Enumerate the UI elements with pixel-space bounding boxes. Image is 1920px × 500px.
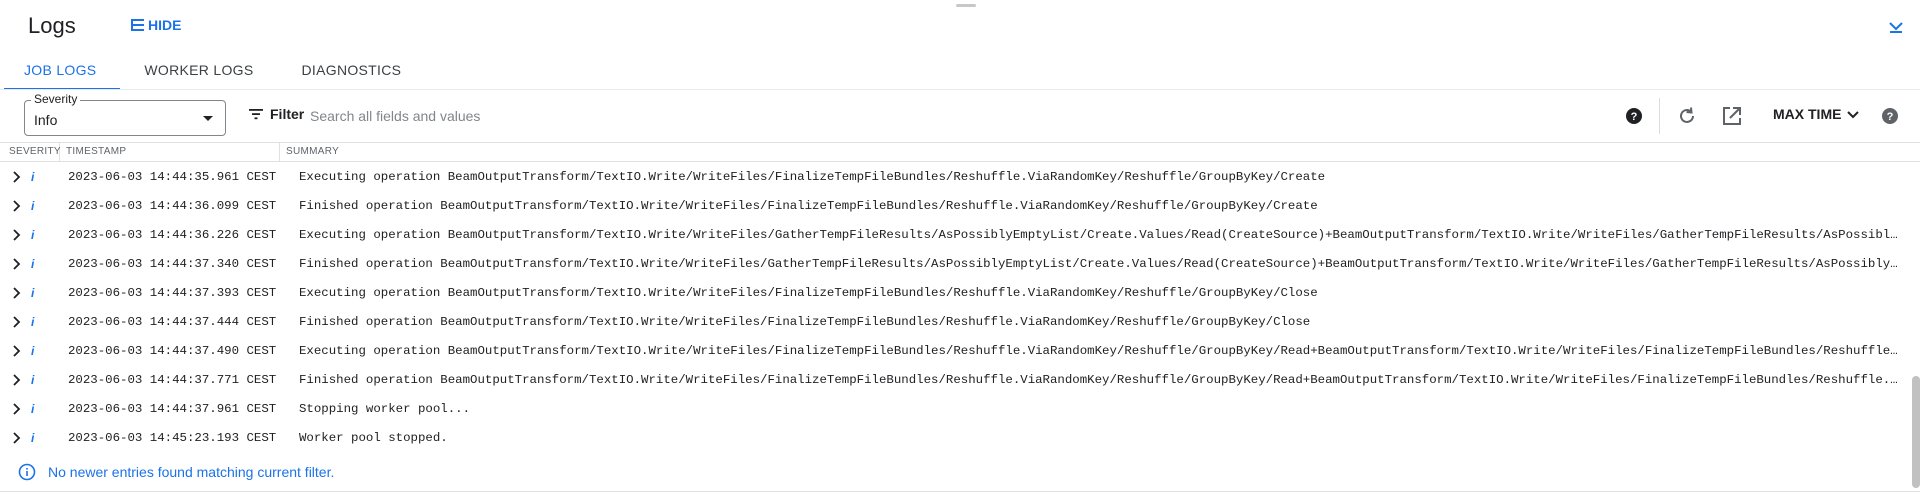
severity-value: Info xyxy=(34,112,58,128)
tabs-divider xyxy=(0,89,1920,90)
table-row[interactable]: i 2023-06-03 14:44:37.490 CEST Executing o… xyxy=(0,336,1920,365)
log-timestamp: 2023-06-03 14:44:37.771 CEST xyxy=(68,372,277,387)
severity-info-icon: i xyxy=(31,314,35,329)
panel-bottom-border xyxy=(0,491,1920,492)
table-row[interactable]: i 2023-06-03 14:44:37.961 CEST Stopping wo… xyxy=(0,394,1920,423)
no-newer-entries-note: No newer entries found matching current … xyxy=(18,463,334,481)
log-timestamp: 2023-06-03 14:44:37.444 CEST xyxy=(68,314,277,329)
severity-info-icon: i xyxy=(31,169,35,184)
log-summary: Executing operation BeamOutputTransform/… xyxy=(299,285,1318,300)
expand-row-icon[interactable] xyxy=(9,315,27,329)
log-summary: Finished operation BeamOutputTransform/T… xyxy=(299,256,1899,271)
dropdown-caret-icon xyxy=(203,116,213,121)
expand-row-icon[interactable] xyxy=(9,431,27,445)
severity-label: Severity xyxy=(31,92,81,106)
severity-info-icon: i xyxy=(31,256,35,271)
log-summary: Finished operation BeamOutputTransform/T… xyxy=(299,372,1899,387)
log-summary: Finished operation BeamOutputTransform/T… xyxy=(299,314,1311,329)
column-header-severity[interactable]: SEVERITY xyxy=(0,143,61,162)
max-time-label: MAX TIME xyxy=(1773,106,1842,122)
table-header: SEVERITY TIMESTAMP SUMMARY xyxy=(0,142,1920,162)
expand-row-icon[interactable] xyxy=(9,344,27,358)
refresh-icon xyxy=(1680,107,1694,123)
tab-diagnostics[interactable]: DIAGNOSTICS xyxy=(278,52,426,90)
refresh-button[interactable] xyxy=(1675,104,1699,128)
log-summary: Executing operation BeamOutputTransform/… xyxy=(299,227,1899,242)
open-in-new-icon xyxy=(1723,107,1741,125)
max-time-dropdown[interactable]: MAX TIME xyxy=(1773,106,1861,122)
logs-header: Logs HIDE xyxy=(0,0,1920,52)
severity-info-icon: i xyxy=(31,343,35,358)
svg-text:?: ? xyxy=(1887,111,1894,123)
search-input[interactable] xyxy=(310,104,1010,128)
expand-row-icon[interactable] xyxy=(9,228,27,242)
table-row[interactable]: i 2023-06-03 14:44:35.961 CEST Executing o… xyxy=(0,162,1920,191)
table-row[interactable]: i 2023-06-03 14:44:37.771 CEST Finished op… xyxy=(0,365,1920,394)
collapse-panel-icon[interactable] xyxy=(1886,16,1906,36)
help-button[interactable]: ? xyxy=(1622,104,1646,128)
severity-info-icon: i xyxy=(31,198,35,213)
log-timestamp: 2023-06-03 14:44:37.490 CEST xyxy=(68,343,277,358)
severity-info-icon: i xyxy=(31,285,35,300)
log-table: SEVERITY TIMESTAMP SUMMARY i 2023-06-03 1… xyxy=(0,142,1920,452)
no-newer-entries-text: No newer entries found matching current … xyxy=(48,464,335,480)
page-title: Logs xyxy=(28,13,76,38)
table-row[interactable]: i 2023-06-03 14:44:37.444 CEST Finished op… xyxy=(0,307,1920,336)
table-row[interactable]: i 2023-06-03 14:44:37.340 CEST Finished op… xyxy=(0,249,1920,278)
severity-info-icon: i xyxy=(31,227,35,242)
filter-label: Filter xyxy=(270,106,305,122)
log-timestamp: 2023-06-03 14:44:36.099 CEST xyxy=(68,198,277,213)
expand-row-icon[interactable] xyxy=(9,373,27,387)
expand-row-icon[interactable] xyxy=(9,257,27,271)
table-row[interactable]: i 2023-06-03 14:44:36.099 CEST Finished op… xyxy=(0,191,1920,220)
log-rows: i 2023-06-03 14:44:35.961 CEST Executing o… xyxy=(0,162,1920,452)
toolbar-divider xyxy=(1659,98,1660,134)
log-summary: Worker pool stopped. xyxy=(299,430,448,445)
log-timestamp: 2023-06-03 14:44:37.393 CEST xyxy=(68,285,277,300)
log-summary: Finished operation BeamOutputTransform/T… xyxy=(299,198,1318,213)
expand-row-icon[interactable] xyxy=(9,199,27,213)
help-icon: ? xyxy=(1626,108,1642,124)
table-row[interactable]: i 2023-06-03 14:45:23.193 CEST Worker pool… xyxy=(0,423,1920,452)
info-icon xyxy=(18,463,36,481)
chevron-down-icon xyxy=(1847,111,1860,119)
expand-row-icon[interactable] xyxy=(9,170,27,184)
filter-button[interactable]: Filter xyxy=(248,106,304,122)
expand-row-icon[interactable] xyxy=(9,286,27,300)
log-timestamp: 2023-06-03 14:44:37.961 CEST xyxy=(68,401,277,416)
vertical-scrollbar[interactable] xyxy=(1912,376,1920,488)
column-header-summary[interactable]: SUMMARY xyxy=(280,143,1920,162)
log-summary: Executing operation BeamOutputTransform/… xyxy=(299,343,1899,358)
table-row[interactable]: i 2023-06-03 14:44:36.226 CEST Executing o… xyxy=(0,220,1920,249)
log-summary: Executing operation BeamOutputTransform/… xyxy=(299,169,1326,184)
severity-info-icon: i xyxy=(31,401,35,416)
open-external-button[interactable] xyxy=(1720,104,1744,128)
svg-text:?: ? xyxy=(1631,111,1638,123)
help-button-secondary[interactable]: ? xyxy=(1878,104,1902,128)
log-summary: Stopping worker pool... xyxy=(299,401,471,416)
log-timestamp: 2023-06-03 14:44:37.340 CEST xyxy=(68,256,277,271)
expand-row-icon[interactable] xyxy=(9,402,27,416)
tab-worker-logs[interactable]: WORKER LOGS xyxy=(120,52,277,90)
help-icon: ? xyxy=(1882,108,1898,124)
log-timestamp: 2023-06-03 14:44:35.961 CEST xyxy=(68,169,277,184)
log-toolbar: Severity Info Filter ? MAX TIME xyxy=(0,92,1920,138)
severity-info-icon: i xyxy=(31,430,35,445)
log-timestamp: 2023-06-03 14:44:36.226 CEST xyxy=(68,227,277,242)
severity-select[interactable]: Severity Info xyxy=(24,92,226,136)
log-tabs: JOB LOGS WORKER LOGS DIAGNOSTICS xyxy=(0,52,425,90)
log-timestamp: 2023-06-03 14:45:23.193 CEST xyxy=(68,430,277,445)
filter-icon xyxy=(249,109,263,120)
severity-info-icon: i xyxy=(31,372,35,387)
table-row[interactable]: i 2023-06-03 14:44:37.393 CEST Executing o… xyxy=(0,278,1920,307)
hide-button[interactable]: HIDE xyxy=(130,17,181,33)
list-icon xyxy=(131,19,144,31)
tab-job-logs[interactable]: JOB LOGS xyxy=(0,52,121,90)
column-header-timestamp[interactable]: TIMESTAMP xyxy=(60,143,280,162)
hide-button-label: HIDE xyxy=(148,17,182,33)
